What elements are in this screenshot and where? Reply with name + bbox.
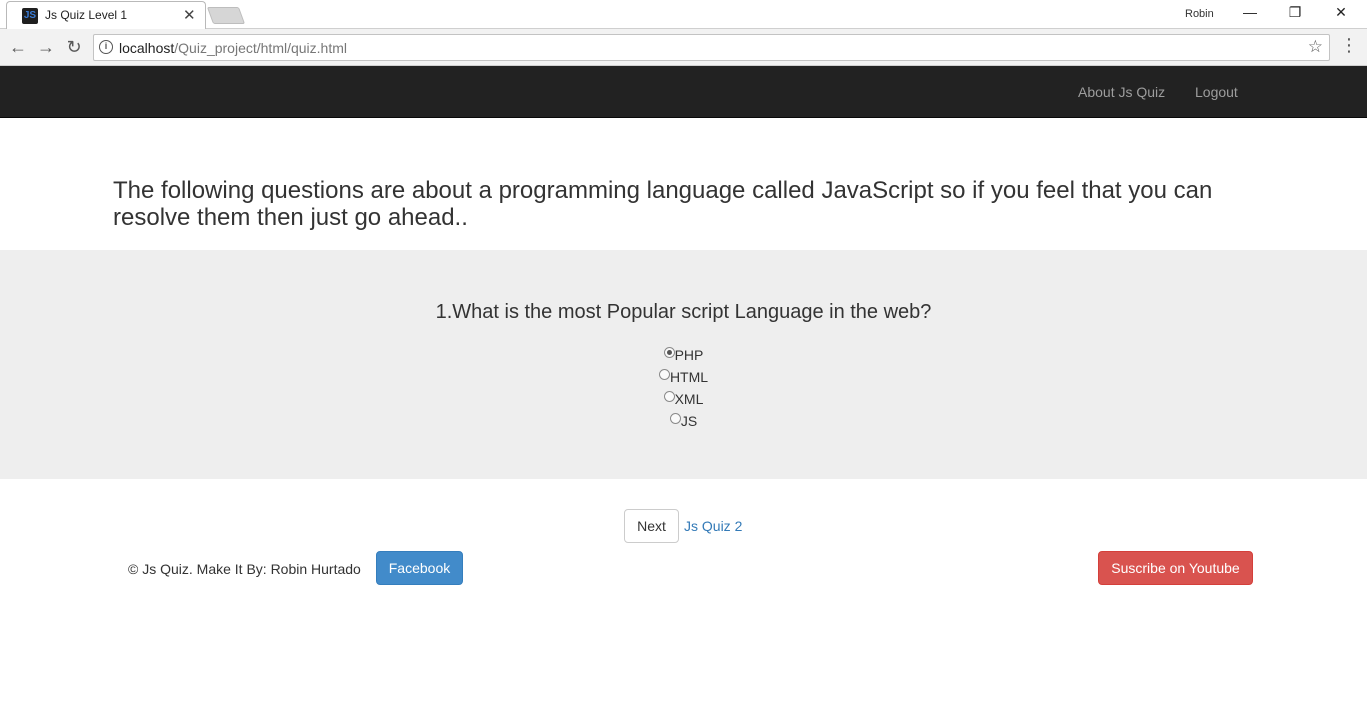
site-navbar: About Js Quiz Logout: [0, 66, 1367, 118]
restore-icon[interactable]: ❐: [1280, 4, 1310, 24]
radio-button[interactable]: [663, 347, 675, 358]
address-bar[interactable]: i localhost/Quiz_project/html/quiz.html …: [93, 34, 1330, 61]
copyright-text: © Js Quiz. Make It By: Robin Hurtado: [128, 561, 361, 577]
facebook-button[interactable]: Facebook: [376, 551, 463, 585]
back-arrow-icon[interactable]: ←: [5, 35, 31, 59]
next-button[interactable]: Next: [624, 509, 679, 543]
close-window-icon[interactable]: ✕: [1326, 4, 1356, 24]
intro-heading: The following questions are about a prog…: [113, 177, 1213, 231]
info-icon[interactable]: i: [99, 40, 113, 54]
youtube-subscribe-button[interactable]: Suscribe on Youtube: [1098, 551, 1253, 585]
browser-menu-icon[interactable]: ⋮: [1340, 35, 1358, 56]
option-xml[interactable]: XML: [0, 391, 1367, 407]
bookmark-star-icon[interactable]: ☆: [1308, 37, 1323, 57]
url-text: localhost/Quiz_project/html/quiz.html: [119, 40, 347, 56]
radio-button[interactable]: [663, 391, 675, 402]
option-label: HTML: [669, 369, 709, 385]
new-tab-button[interactable]: [206, 7, 246, 24]
option-php[interactable]: PHP: [0, 347, 1367, 363]
minimize-icon[interactable]: —: [1235, 4, 1265, 24]
option-label: JS: [680, 413, 698, 429]
profile-name[interactable]: Robin: [1185, 8, 1214, 20]
radio-button[interactable]: [658, 369, 670, 380]
option-label: XML: [674, 391, 704, 407]
question-text: 1.What is the most Popular script Langua…: [435, 301, 932, 323]
radio-button[interactable]: [669, 413, 681, 424]
tab-title: Js Quiz Level 1: [45, 8, 128, 22]
js-favicon-icon: JS: [22, 8, 38, 24]
option-label: PHP: [674, 347, 704, 363]
browser-tab-active[interactable]: JS Js Quiz Level 1 ✕: [6, 1, 206, 29]
nav-about-link[interactable]: About Js Quiz: [1078, 84, 1165, 100]
nav-logout-link[interactable]: Logout: [1195, 84, 1238, 100]
option-html[interactable]: HTML: [0, 369, 1367, 385]
browser-tab-strip: JS Js Quiz Level 1 ✕ Robin — ❐ ✕: [0, 0, 1367, 29]
url-path: /Quiz_project/html/quiz.html: [174, 40, 347, 56]
url-host: localhost: [119, 40, 175, 56]
forward-arrow-icon[interactable]: →: [33, 35, 59, 59]
reload-icon[interactable]: ↻: [61, 35, 87, 59]
tab-close-icon[interactable]: ✕: [183, 6, 196, 24]
browser-toolbar: ← → ↻ i localhost/Quiz_project/html/quiz…: [0, 29, 1367, 66]
quiz-panel: [0, 250, 1367, 479]
option-js[interactable]: JS: [0, 413, 1367, 429]
quiz2-link[interactable]: Js Quiz 2: [684, 518, 742, 534]
